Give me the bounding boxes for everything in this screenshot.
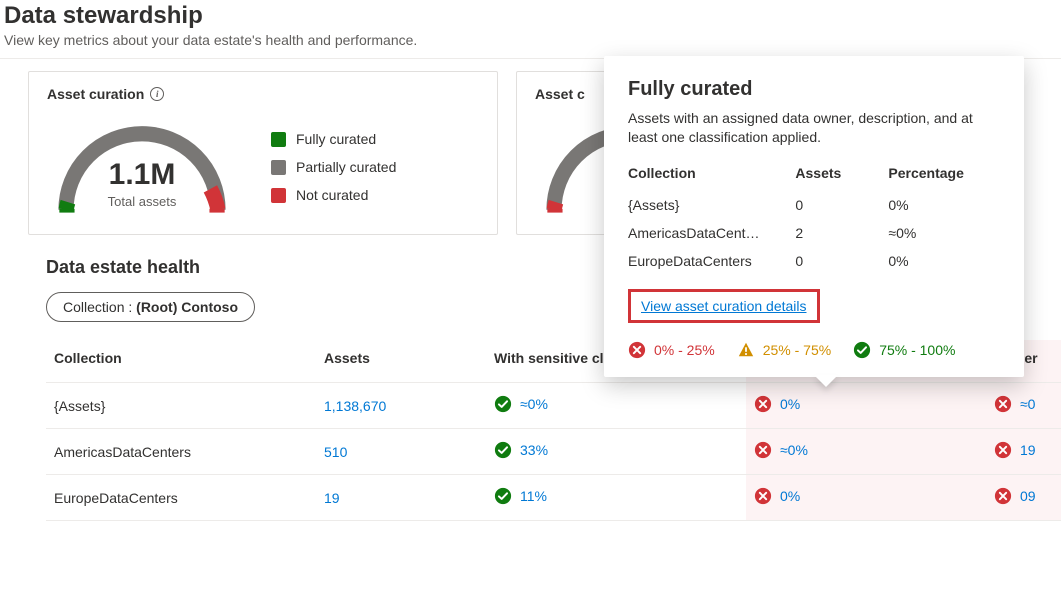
pop-cell-collection: {Assets} bbox=[628, 191, 795, 219]
view-details-highlight: View asset curation details bbox=[628, 289, 820, 323]
asset-curation-card: Asset curation i 1.1M Total assets bbox=[28, 71, 498, 235]
x-circle-icon bbox=[994, 441, 1012, 459]
view-curation-details-link[interactable]: View asset curation details bbox=[641, 298, 807, 314]
check-circle-icon bbox=[494, 487, 512, 505]
gauge: 1.1M Total assets bbox=[47, 112, 237, 222]
cell-assets[interactable]: 19 bbox=[316, 475, 486, 521]
card-title: Asset curation bbox=[47, 86, 144, 102]
x-circle-icon bbox=[754, 441, 772, 459]
info-icon[interactable]: i bbox=[150, 87, 164, 101]
gauge-value: 1.1M bbox=[47, 158, 237, 192]
legend-item-fully: Fully curated bbox=[271, 131, 396, 147]
pop-cell-collection: EuropeDataCenters bbox=[628, 247, 795, 275]
collection-filter-pill[interactable]: Collection : (Root) Contoso bbox=[46, 292, 255, 322]
pop-col-collection: Collection bbox=[628, 161, 795, 191]
swatch-icon bbox=[271, 160, 286, 175]
check-circle-icon bbox=[494, 395, 512, 413]
popover-row: AmericasDataCent…2≈0% bbox=[628, 219, 1000, 247]
table-row[interactable]: EuropeDataCenters1911%0%09 bbox=[46, 475, 1061, 521]
legend-range: 0% - 25% bbox=[654, 342, 715, 358]
legend-range: 25% - 75% bbox=[763, 342, 831, 358]
card-title-row: Asset curation i bbox=[47, 86, 479, 102]
warning-triangle-icon bbox=[737, 341, 755, 359]
pop-col-percentage: Percentage bbox=[888, 161, 1000, 191]
pop-cell-percentage: 0% bbox=[888, 247, 1000, 275]
col-collection[interactable]: Collection bbox=[46, 340, 316, 383]
pop-cell-assets: 0 bbox=[795, 191, 888, 219]
pop-cell-assets: 0 bbox=[795, 247, 888, 275]
page-title: Data stewardship bbox=[0, 0, 1061, 30]
table-row[interactable]: {Assets}1,138,670≈0%0%≈0 bbox=[46, 383, 1061, 429]
filter-value: (Root) Contoso bbox=[136, 299, 238, 315]
gauge-partial bbox=[535, 112, 615, 222]
x-circle-icon bbox=[754, 487, 772, 505]
cell-collection: {Assets} bbox=[46, 383, 316, 429]
gauge-legend: Fully curated Partially curated Not cura… bbox=[271, 131, 396, 203]
swatch-icon bbox=[271, 188, 286, 203]
popover-description: Assets with an assigned data owner, desc… bbox=[628, 109, 1000, 147]
pop-cell-assets: 2 bbox=[795, 219, 888, 247]
cell-owner[interactable]: 19 bbox=[986, 429, 1061, 475]
popover-legend: 0% - 25% 25% - 75% 75% - 100% bbox=[628, 341, 1000, 359]
cell-curated[interactable]: ≈0% bbox=[746, 429, 986, 475]
popover-row: {Assets}00% bbox=[628, 191, 1000, 219]
popover-arrow-icon bbox=[814, 375, 838, 387]
legend-item-partially: Partially curated bbox=[271, 159, 396, 175]
gauge-label: Total assets bbox=[47, 194, 237, 209]
fully-curated-popover: Fully curated Assets with an assigned da… bbox=[604, 56, 1024, 377]
cell-curated[interactable]: 0% bbox=[746, 475, 986, 521]
cell-assets[interactable]: 1,138,670 bbox=[316, 383, 486, 429]
pop-cell-collection: AmericasDataCent… bbox=[628, 219, 795, 247]
popover-legend-item: 25% - 75% bbox=[737, 341, 831, 359]
cell-sensitive[interactable]: ≈0% bbox=[486, 383, 746, 429]
legend-label: Not curated bbox=[296, 187, 368, 203]
card-title: Asset c bbox=[535, 86, 585, 102]
cell-curated[interactable]: 0% bbox=[746, 383, 986, 429]
page-description: View key metrics about your data estate'… bbox=[0, 30, 1061, 59]
legend-range: 75% - 100% bbox=[879, 342, 955, 358]
check-circle-icon bbox=[494, 441, 512, 459]
x-circle-icon bbox=[994, 395, 1012, 413]
filter-label: Collection : bbox=[63, 299, 132, 315]
popover-title: Fully curated bbox=[628, 78, 1000, 101]
popover-legend-item: 0% - 25% bbox=[628, 341, 715, 359]
cell-owner[interactable]: ≈0 bbox=[986, 383, 1061, 429]
x-circle-icon bbox=[754, 395, 772, 413]
popover-legend-item: 75% - 100% bbox=[853, 341, 955, 359]
cell-owner[interactable]: 09 bbox=[986, 475, 1061, 521]
pop-cell-percentage: 0% bbox=[888, 191, 1000, 219]
x-circle-icon bbox=[628, 341, 646, 359]
popover-table: Collection Assets Percentage {Assets}00%… bbox=[628, 161, 1000, 275]
cell-collection: EuropeDataCenters bbox=[46, 475, 316, 521]
legend-label: Fully curated bbox=[296, 131, 376, 147]
popover-row: EuropeDataCenters00% bbox=[628, 247, 1000, 275]
legend-item-not: Not curated bbox=[271, 187, 396, 203]
cell-assets[interactable]: 510 bbox=[316, 429, 486, 475]
col-assets[interactable]: Assets bbox=[316, 340, 486, 383]
swatch-icon bbox=[271, 132, 286, 147]
cell-sensitive[interactable]: 11% bbox=[486, 475, 746, 521]
legend-label: Partially curated bbox=[296, 159, 396, 175]
check-circle-icon bbox=[853, 341, 871, 359]
table-row[interactable]: AmericasDataCenters51033%≈0%19 bbox=[46, 429, 1061, 475]
pop-cell-percentage: ≈0% bbox=[888, 219, 1000, 247]
cell-collection: AmericasDataCenters bbox=[46, 429, 316, 475]
cell-sensitive[interactable]: 33% bbox=[486, 429, 746, 475]
x-circle-icon bbox=[994, 487, 1012, 505]
pop-col-assets: Assets bbox=[795, 161, 888, 191]
